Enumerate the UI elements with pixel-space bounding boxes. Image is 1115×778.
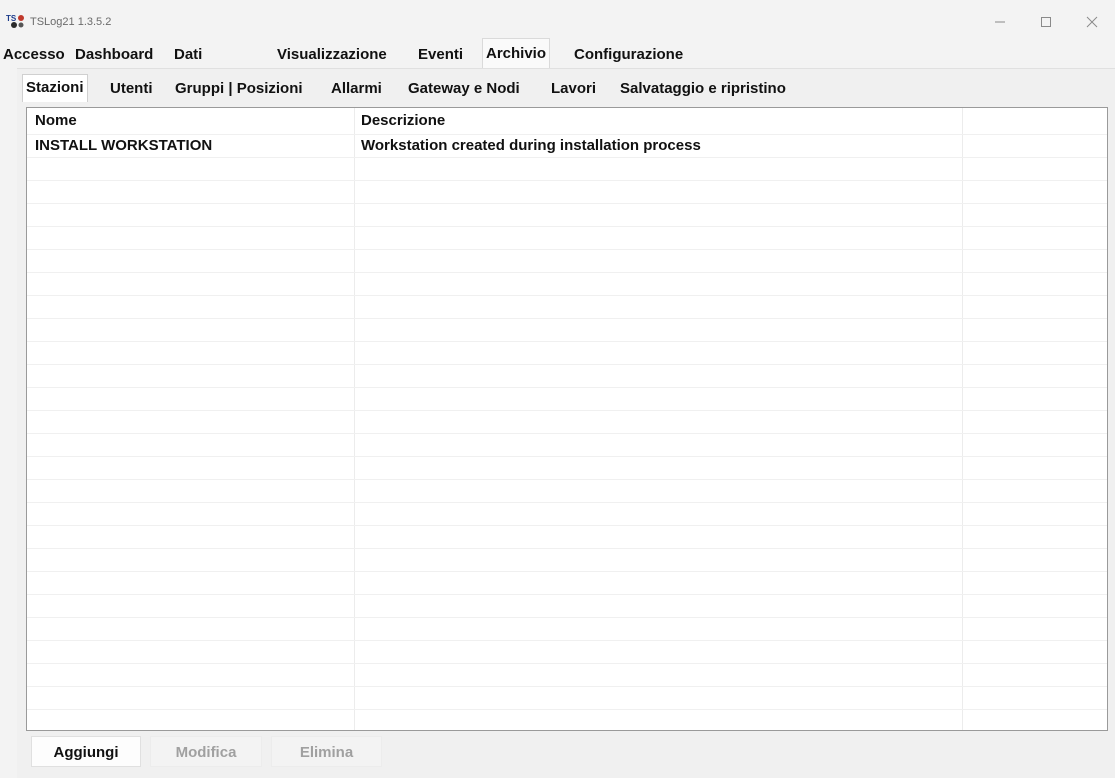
svg-text:TS: TS (6, 14, 17, 23)
edit-button[interactable]: Modifica (150, 736, 262, 767)
window-title: TSLog21 1.3.5.2 (30, 16, 112, 28)
add-button[interactable]: Aggiungi (31, 736, 141, 767)
tab-stazioni[interactable]: Stazioni (22, 74, 88, 102)
column-divider[interactable] (354, 108, 355, 730)
delete-button[interactable]: Elimina (271, 736, 382, 767)
minimize-icon (995, 21, 1005, 23)
title-bar: TS TSLog21 1.3.5.2 (0, 0, 1115, 44)
maximize-button[interactable] (1023, 0, 1069, 44)
tab-utenti[interactable]: Utenti (107, 76, 156, 102)
tab-salvataggio-ripristino[interactable]: Salvataggio e ripristino (617, 76, 789, 102)
column-header-descrizione[interactable]: Descrizione (361, 112, 445, 129)
app-icon: TS (6, 14, 24, 28)
minimize-button[interactable] (977, 0, 1023, 44)
maximize-icon (1041, 17, 1051, 27)
tab-gruppi-posizioni[interactable]: Gruppi | Posizioni (172, 76, 306, 102)
tab-configurazione[interactable]: Configurazione (571, 40, 686, 68)
tab-lavori[interactable]: Lavori (548, 76, 600, 102)
tab-gateway-nodi[interactable]: Gateway e Nodi (405, 76, 523, 102)
tab-accesso[interactable]: Accesso (0, 40, 68, 68)
tab-allarmi[interactable]: Allarmi (328, 76, 385, 102)
close-button[interactable] (1069, 0, 1115, 44)
tab-archivio[interactable]: Archivio (482, 38, 551, 68)
table-row-descrizione[interactable]: Workstation created during installation … (361, 137, 701, 154)
tab-visualizzazione[interactable]: Visualizzazione (274, 40, 390, 68)
table-row-nome[interactable]: INSTALL WORKSTATION (35, 137, 212, 154)
tab-dati[interactable]: Dati (171, 40, 205, 68)
close-icon (1086, 16, 1098, 28)
column-divider[interactable] (962, 108, 963, 730)
tab-eventi[interactable]: Eventi (415, 40, 466, 68)
stations-list[interactable]: Nome Descrizione INSTALL WORKSTATION Wor… (26, 107, 1108, 731)
tab-dashboard[interactable]: Dashboard (72, 40, 156, 68)
column-header-nome[interactable]: Nome (35, 112, 77, 129)
